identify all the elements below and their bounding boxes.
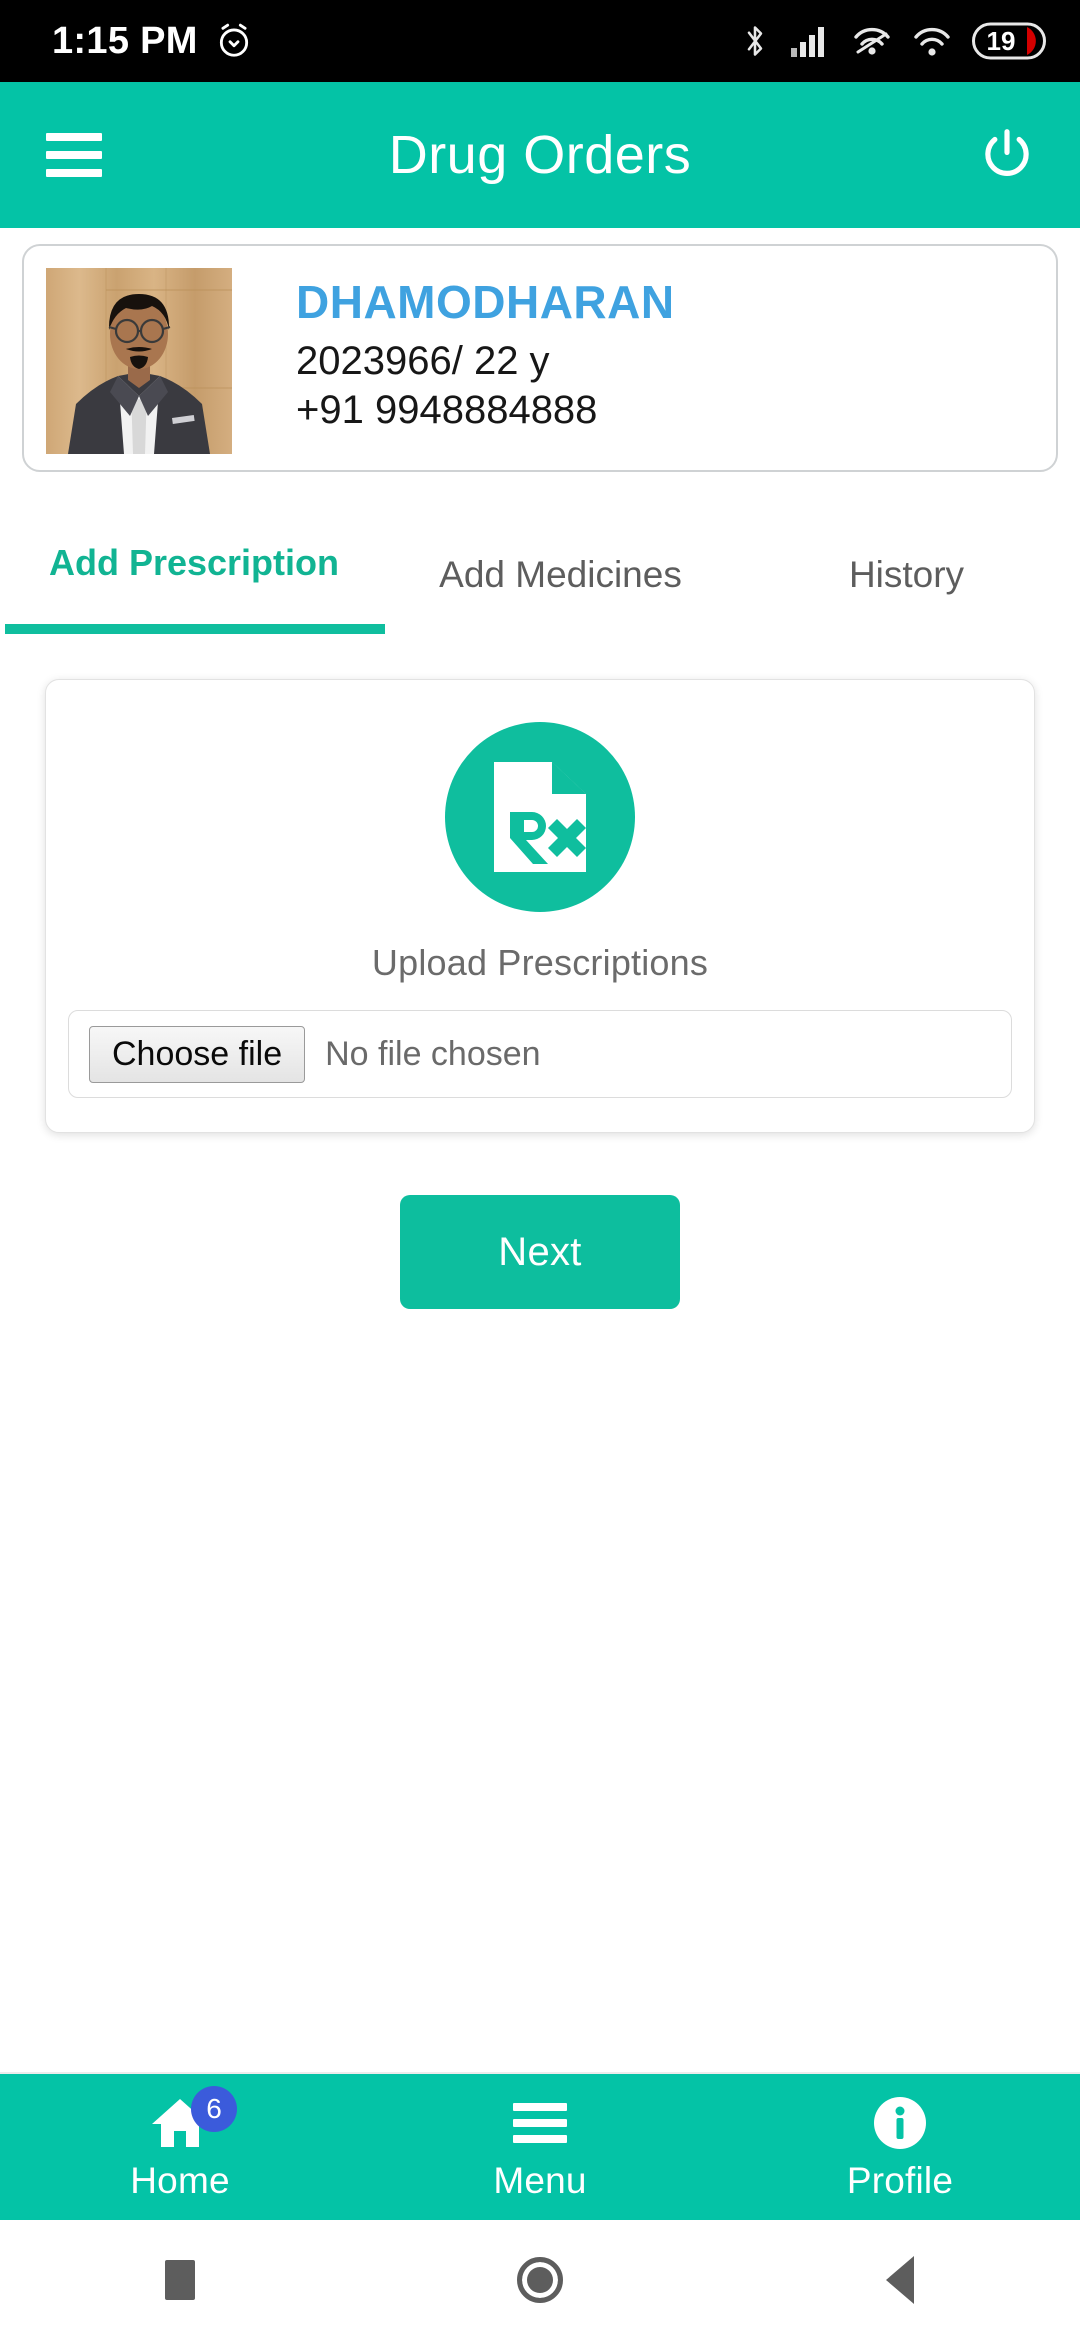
status-bar: 1:15 PM 19 bbox=[0, 0, 1080, 82]
home-circle-icon[interactable] bbox=[360, 2257, 720, 2303]
patient-info: DHAMODHARAN 2023966/ 22 y +91 9948884888 bbox=[232, 268, 675, 437]
tab-bar: Add Prescription Add Medicines History bbox=[0, 524, 1080, 634]
bottom-nav-menu-label: Menu bbox=[493, 2160, 587, 2201]
tab-history-label: History bbox=[848, 554, 965, 595]
status-bar-left: 1:15 PM bbox=[52, 20, 253, 63]
battery-percent-label: 19 bbox=[986, 25, 1016, 56]
bluetooth-icon bbox=[740, 23, 770, 59]
page-title: Drug Orders bbox=[388, 125, 692, 185]
tab-active-indicator bbox=[5, 624, 385, 634]
file-input-row[interactable]: Choose file No file chosen bbox=[68, 1010, 1012, 1098]
home-icon: 6 bbox=[149, 2086, 237, 2154]
alarm-icon bbox=[215, 22, 253, 60]
upload-prescription-card: Upload Prescriptions Choose file No file… bbox=[45, 679, 1035, 1133]
power-logout-icon[interactable] bbox=[976, 124, 1038, 186]
back-triangle-icon[interactable] bbox=[720, 2256, 1080, 2304]
upload-label: Upload Prescriptions bbox=[371, 942, 709, 983]
bottom-nav-profile[interactable]: Profile bbox=[720, 2074, 1080, 2220]
bottom-nav-menu[interactable]: Menu bbox=[360, 2074, 720, 2220]
bottom-nav-profile-label: Profile bbox=[846, 2160, 954, 2201]
next-button-wrap: Next bbox=[0, 1195, 1080, 1309]
hamburger-menu-icon bbox=[513, 2092, 567, 2154]
patient-phone: +91 9948884888 bbox=[296, 388, 598, 433]
recents-square-icon[interactable] bbox=[0, 2260, 360, 2300]
tab-history[interactable]: History bbox=[733, 524, 1080, 634]
wifi-icon bbox=[912, 24, 952, 58]
choose-file-button[interactable]: Choose file bbox=[89, 1025, 306, 1083]
app-bar: Drug Orders bbox=[0, 82, 1080, 228]
patient-name: DHAMODHARAN bbox=[296, 276, 675, 328]
tab-add-prescription-label: Add Prescription bbox=[48, 542, 340, 583]
status-bar-right: 19 bbox=[740, 22, 1046, 60]
info-circle-icon bbox=[871, 2092, 929, 2154]
bottom-navigation-bar: 6 Home Menu Profile bbox=[0, 2074, 1080, 2220]
prescription-rx-icon bbox=[445, 722, 635, 912]
bottom-nav-home-label: Home bbox=[130, 2160, 230, 2201]
tab-add-medicines-label: Add Medicines bbox=[439, 554, 682, 595]
tab-add-medicines[interactable]: Add Medicines bbox=[388, 524, 733, 634]
patient-card[interactable]: DHAMODHARAN 2023966/ 22 y +91 9948884888 bbox=[22, 244, 1058, 472]
next-button[interactable]: Next bbox=[400, 1195, 680, 1309]
file-status-text: No file chosen bbox=[325, 1034, 541, 1073]
battery-icon: 19 bbox=[972, 22, 1046, 60]
avatar bbox=[46, 268, 232, 454]
wifi-calling-icon bbox=[852, 24, 892, 58]
main-content: DHAMODHARAN 2023966/ 22 y +91 9948884888… bbox=[0, 228, 1080, 2074]
phone-screen: 1:15 PM 19 Drug Orders DHAMODHARAN 20239… bbox=[0, 0, 1080, 2340]
hamburger-menu-icon[interactable] bbox=[46, 133, 102, 177]
home-badge: 6 bbox=[191, 2086, 237, 2132]
tab-add-prescription[interactable]: Add Prescription bbox=[0, 524, 388, 634]
clock-time: 1:15 PM bbox=[52, 19, 198, 62]
patient-id-age: 2023966/ 22 y bbox=[296, 339, 550, 384]
cellular-signal-icon bbox=[790, 24, 832, 58]
bottom-nav-home[interactable]: 6 Home bbox=[0, 2074, 360, 2220]
android-navigation-bar bbox=[0, 2220, 1080, 2340]
